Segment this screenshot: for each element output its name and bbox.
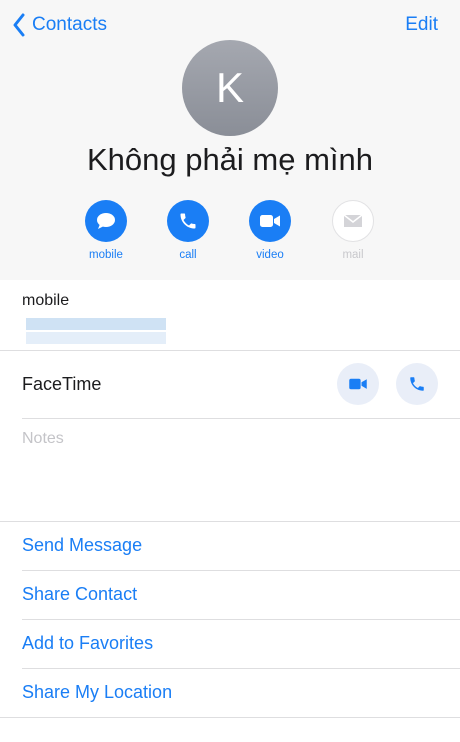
share-my-location-link[interactable]: Share My Location: [22, 682, 172, 703]
facetime-label: FaceTime: [22, 374, 102, 394]
call-action-label: call: [179, 249, 197, 261]
chevron-left-icon: [13, 13, 25, 37]
phone-number-redacted[interactable]: [26, 318, 166, 330]
phone-icon: [410, 377, 424, 391]
share-contact-link[interactable]: Share Contact: [22, 584, 137, 605]
mail-icon: [332, 200, 374, 242]
avatar: K: [182, 40, 278, 136]
message-action-label: mobile: [89, 249, 123, 261]
back-button[interactable]: Contacts: [12, 12, 107, 38]
quick-actions: mobile call video mail: [0, 200, 460, 270]
call-action-button[interactable]: call: [158, 200, 218, 261]
divider: [22, 418, 460, 419]
message-icon: [85, 200, 127, 242]
phone-icon: [167, 200, 209, 242]
divider: [0, 717, 460, 718]
video-icon: [349, 378, 367, 390]
avatar-initial: K: [215, 64, 244, 111]
divider: [0, 521, 460, 522]
edit-button[interactable]: Edit: [405, 14, 438, 36]
divider: [22, 619, 460, 620]
video-action-button[interactable]: video: [240, 200, 300, 261]
notes-label: Notes: [22, 430, 64, 447]
back-label: Contacts: [32, 14, 107, 35]
phone-label: mobile: [22, 292, 70, 309]
facetime-audio-button[interactable]: [396, 363, 438, 405]
contact-name: Không phải mẹ mình: [86, 142, 374, 177]
notes-field[interactable]: [0, 420, 460, 520]
video-action-label: video: [256, 249, 284, 261]
mail-action-button[interactable]: mail: [323, 200, 383, 261]
mail-action-label: mail: [342, 249, 364, 261]
video-icon: [249, 200, 291, 242]
divider: [0, 350, 460, 351]
add-to-favorites-link[interactable]: Add to Favorites: [22, 633, 153, 654]
divider: [22, 668, 460, 669]
phone-number-redacted-lower: [26, 332, 166, 344]
message-action-button[interactable]: mobile: [76, 200, 136, 261]
send-message-link[interactable]: Send Message: [22, 535, 142, 556]
divider: [22, 570, 460, 571]
facetime-video-button[interactable]: [337, 363, 379, 405]
